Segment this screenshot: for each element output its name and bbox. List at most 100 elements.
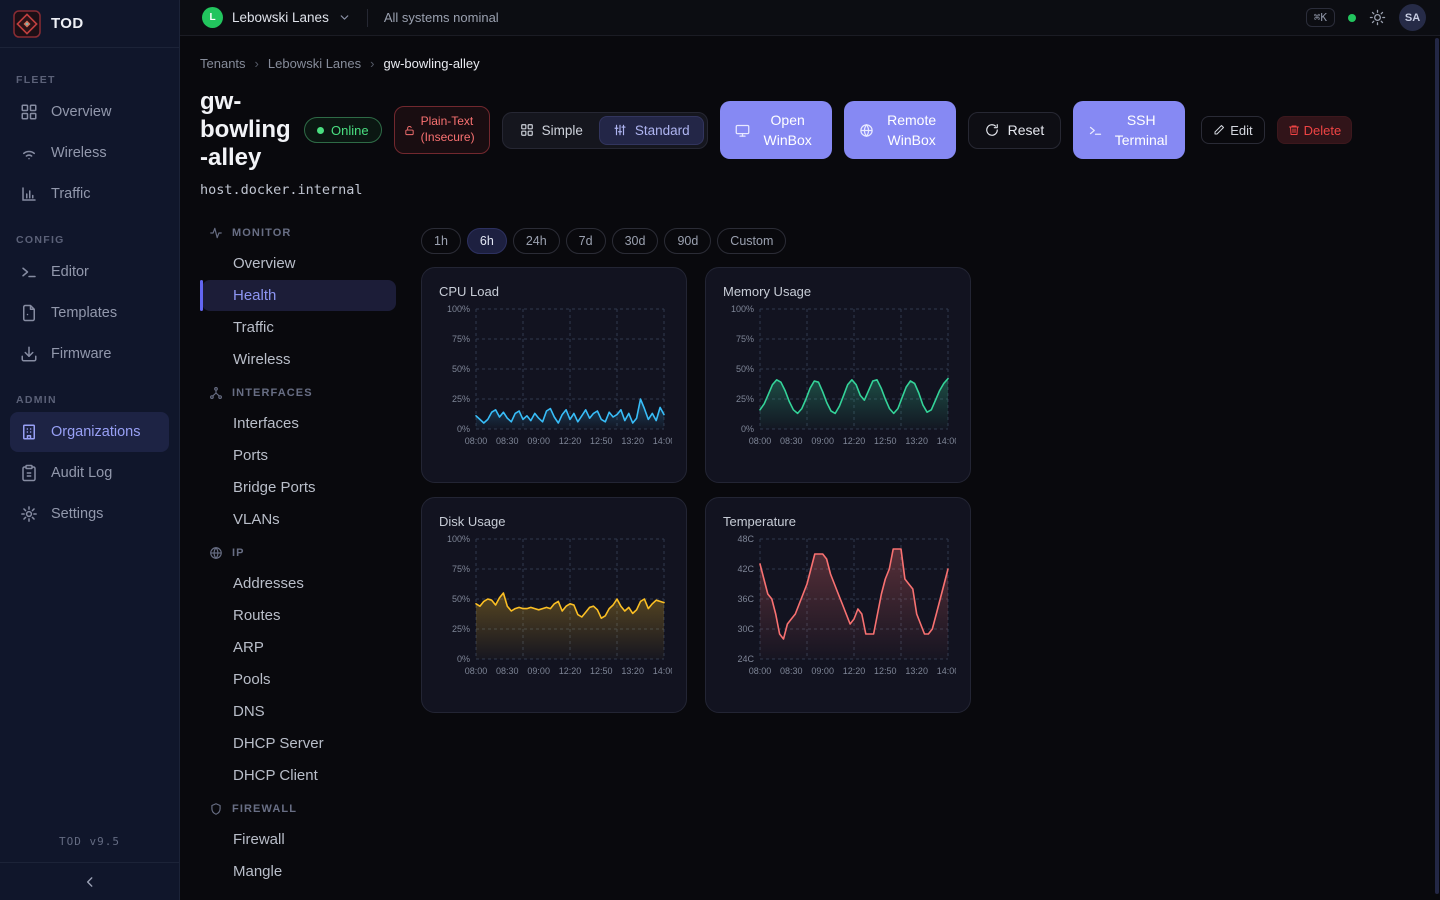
chevron-left-icon [83,875,97,889]
sidebar-item-overview[interactable]: Overview [10,92,169,132]
subnav-item-routes[interactable]: Routes [202,600,396,631]
sidebar-nav: FLEETOverviewWirelessTrafficCONFIGEditor… [0,48,179,541]
tenant-avatar: L [202,7,223,28]
svg-text:0%: 0% [457,424,470,434]
user-avatar[interactable]: SA [1399,4,1426,31]
subnav-section-label: IP [232,547,245,559]
time-range-1h[interactable]: 1h [421,228,461,254]
tenant-name: Lebowski Lanes [232,10,329,25]
sidebar-item-firmware[interactable]: Firmware [10,334,169,374]
sidebar-item-organizations[interactable]: Organizations [10,412,169,452]
time-range-24h[interactable]: 24h [513,228,560,254]
sidebar-item-templates[interactable]: Templates [10,293,169,333]
chart-card-temperature: Temperature 48C42C36C30C24C08:0008:3009:… [705,497,971,713]
tenant-selector[interactable]: L Lebowski Lanes [202,7,351,28]
subnav-item-dhcp-server[interactable]: DHCP Server [202,728,396,759]
time-range-30d[interactable]: 30d [612,228,659,254]
main-content: Tenants›Lebowski Lanes›gw-bowling-alley … [180,36,1440,900]
subnav-item-wireless[interactable]: Wireless [202,344,396,375]
svg-text:100%: 100% [731,304,754,314]
sidebar-item-label: Organizations [51,424,140,440]
subnav-item-firewall[interactable]: Firewall [202,824,396,855]
breadcrumb: Tenants›Lebowski Lanes›gw-bowling-alley [200,56,1440,71]
delete-button[interactable]: Delete [1277,116,1353,144]
svg-text:08:30: 08:30 [780,666,803,676]
sidebar-item-traffic[interactable]: Traffic [10,174,169,214]
breadcrumb-gw-bowling-alley: gw-bowling-alley [383,56,479,71]
sidebar-item-settings[interactable]: Settings [10,494,169,534]
time-range-7d[interactable]: 7d [566,228,606,254]
app-logo-icon [13,10,41,38]
page-title: gw-bowling-alley [200,88,292,172]
sidebar-collapse-button[interactable] [0,862,179,900]
svg-text:100%: 100% [447,534,470,544]
command-palette-shortcut[interactable]: ⌘K [1306,8,1335,27]
svg-text:50%: 50% [736,364,754,374]
subnav-section-label: MONITOR [232,227,291,239]
subnav-item-traffic[interactable]: Traffic [202,312,396,343]
subnav-item-interfaces[interactable]: Interfaces [202,408,396,439]
sidebar-footer: TOD v9.5 [0,825,179,900]
time-range-custom[interactable]: Custom [717,228,786,254]
breadcrumb-tenants[interactable]: Tenants [200,56,246,71]
download-icon [20,345,38,363]
subnav-item-overview[interactable]: Overview [202,248,396,279]
svg-text:08:30: 08:30 [496,666,519,676]
app-name: TOD [51,15,84,32]
page-scrollbar[interactable] [1435,38,1439,894]
svg-text:75%: 75% [452,564,470,574]
svg-text:50%: 50% [452,594,470,604]
sun-icon[interactable] [1369,9,1386,26]
subnav-item-ports[interactable]: Ports [202,440,396,471]
svg-text:25%: 25% [736,394,754,404]
sidebar-item-label: Templates [51,305,117,321]
view-toggle-simple[interactable]: Simple [506,116,597,145]
subnav-item-mangle[interactable]: Mangle [202,856,396,887]
subnav-item-arp[interactable]: ARP [202,632,396,663]
svg-text:08:00: 08:00 [465,666,488,676]
subnav-item-pools[interactable]: Pools [202,664,396,695]
chart-title: CPU Load [439,284,672,299]
subnav-item-dhcp-client[interactable]: DHCP Client [202,760,396,791]
sliders-icon [613,123,627,137]
device-header: gw-bowling-alley Online Plain-Text (Inse… [200,88,1440,172]
svg-text:14:00: 14:00 [653,436,672,446]
svg-text:14:00: 14:00 [653,666,672,676]
subnav-item-health[interactable]: Health [202,280,396,311]
time-range-90d[interactable]: 90d [664,228,711,254]
svg-text:42C: 42C [737,564,754,574]
edit-button[interactable]: Edit [1201,116,1264,144]
grid-icon [520,123,534,137]
reset-button[interactable]: Reset [968,112,1062,149]
health-status-dot [1348,14,1356,22]
ssh-terminal-button[interactable]: SSH Terminal [1073,101,1185,159]
sidebar-item-wireless[interactable]: Wireless [10,133,169,173]
view-toggle-standard[interactable]: Standard [599,116,704,145]
sidebar-item-label: Settings [51,506,103,522]
svg-text:08:00: 08:00 [749,436,772,446]
svg-text:12:50: 12:50 [874,666,897,676]
time-range-6h[interactable]: 6h [467,228,507,254]
subnav-item-bridge-ports[interactable]: Bridge Ports [202,472,396,503]
subnav-section-firewall: FIREWALL [200,792,416,824]
svg-text:36C: 36C [737,594,754,604]
subnav-item-addresses[interactable]: Addresses [202,568,396,599]
open-winbox-button[interactable]: Open WinBox [720,101,832,159]
remote-winbox-button[interactable]: Remote WinBox [844,101,956,159]
subnav-section-monitor: MONITOR [200,216,416,248]
svg-text:12:20: 12:20 [559,666,582,676]
sidebar-item-label: Overview [51,104,111,120]
subnav-item-vlans[interactable]: VLANs [202,504,396,535]
breadcrumb-lebowski-lanes[interactable]: Lebowski Lanes [268,56,361,71]
svg-text:13:20: 13:20 [621,666,644,676]
svg-text:0%: 0% [457,654,470,664]
sidebar-item-audit-log[interactable]: Audit Log [10,453,169,493]
svg-text:08:30: 08:30 [496,436,519,446]
view-mode-toggle: Simple Standard [502,112,708,149]
refresh-icon [985,123,999,137]
sidebar-item-editor[interactable]: Editor [10,252,169,292]
building-icon [20,423,38,441]
view-toggle-label: Standard [635,123,690,138]
chart-card-disk-usage: Disk Usage 100%75%50%25%0%08:0008:3009:0… [421,497,687,713]
subnav-item-dns[interactable]: DNS [202,696,396,727]
